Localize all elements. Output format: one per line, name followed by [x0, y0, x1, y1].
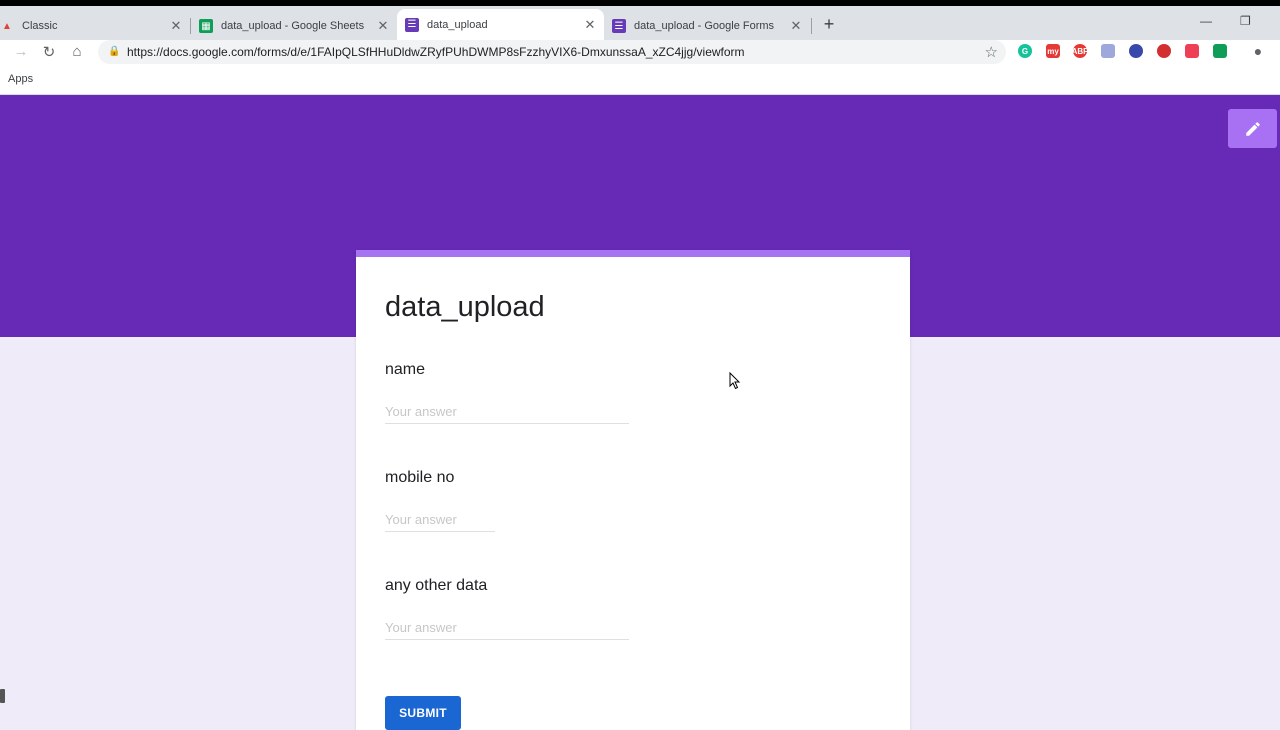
reload-icon[interactable]: ↻ [40, 43, 58, 61]
question-label-other: any other data [385, 577, 488, 594]
close-icon[interactable]: ✕ [168, 18, 184, 34]
profile-icon[interactable]: ● [1249, 43, 1267, 59]
mobile-answer-input[interactable] [385, 512, 495, 532]
form-card: data_upload name mobile no any other dat… [356, 250, 910, 730]
tab-classic[interactable]: ▲ Classic ✕ [0, 12, 190, 40]
side-handle[interactable] [0, 689, 5, 703]
question-label-mobile: mobile no [385, 469, 455, 486]
pocket-icon[interactable] [1185, 44, 1199, 58]
tab-title: data_upload - Google Sheets [221, 20, 365, 32]
apps-shortcut[interactable]: Apps [8, 73, 33, 85]
tab-data-upload[interactable]: ☰ data_upload ✕ [397, 9, 604, 40]
tab-forms[interactable]: ☰ data_upload - Google Forms ✕ [604, 12, 810, 40]
tab-title: Classic [22, 20, 58, 32]
tab-title: data_upload - Google Forms [634, 20, 775, 32]
search-extension-icon[interactable] [1129, 44, 1143, 58]
tab-sheets[interactable]: ▦ data_upload - Google Sheets ✕ [191, 12, 397, 40]
close-icon[interactable]: ✕ [375, 18, 391, 34]
tab-title: data_upload [427, 18, 488, 31]
pencil-icon [1245, 121, 1260, 136]
forms-icon: ☰ [405, 17, 419, 32]
mouse-cursor-icon [729, 372, 741, 390]
address-bar[interactable]: 🔒 https://docs.google.com/forms/d/e/1FAI… [98, 40, 1006, 64]
tab-divider [811, 18, 812, 34]
grammarly-icon[interactable]: G [1018, 44, 1032, 58]
screenshot-icon[interactable] [1101, 44, 1115, 58]
my-extension-icon[interactable]: my [1046, 44, 1060, 58]
question-label-name: name [385, 361, 426, 378]
bookmark-star-icon[interactable]: ☆ [985, 43, 998, 61]
home-icon[interactable]: ⌂ [68, 43, 86, 60]
close-icon[interactable]: ✕ [582, 17, 598, 33]
other-data-answer-input[interactable] [385, 620, 629, 640]
forward-icon[interactable]: → [12, 43, 30, 60]
sheets-extension-icon[interactable] [1213, 44, 1227, 58]
tab-strip: ▲ Classic ✕ ▦ data_upload - Google Sheet… [0, 0, 1280, 40]
lastpass-icon[interactable] [1157, 44, 1171, 58]
lock-icon: 🔒 [108, 46, 121, 57]
minimize-icon[interactable]: — [1200, 14, 1212, 28]
submit-button[interactable]: SUBMIT [385, 696, 461, 730]
name-answer-input[interactable] [385, 404, 629, 424]
sheets-icon: ▦ [199, 19, 213, 33]
browser-toolbar: → ↻ ⌂ 🔒 https://docs.google.com/forms/d/… [0, 40, 1280, 66]
forms-icon: ☰ [612, 19, 626, 33]
bookmarks-bar: Apps [0, 66, 1280, 95]
edit-form-button[interactable] [1228, 109, 1277, 148]
adblock-icon[interactable]: ABP [1072, 44, 1088, 58]
form-title: data_upload [385, 291, 545, 323]
new-tab-button[interactable]: + [821, 14, 837, 35]
classic-icon: ▲ [2, 20, 12, 32]
close-icon[interactable]: ✕ [788, 18, 804, 34]
restore-icon[interactable]: ❐ [1240, 14, 1251, 28]
url-text: https://docs.google.com/forms/d/e/1FAIpQ… [127, 45, 745, 59]
